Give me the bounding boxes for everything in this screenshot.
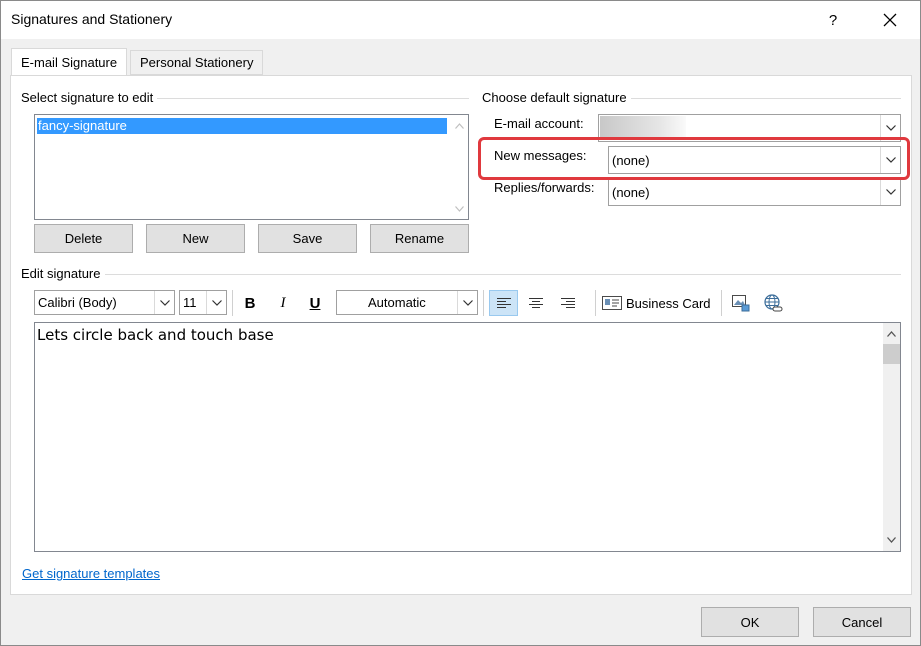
signature-list-scrollbar[interactable] <box>451 115 468 219</box>
new-button[interactable]: New <box>146 224 245 253</box>
close-button[interactable] <box>867 1 913 39</box>
toolbar-separator <box>483 290 484 316</box>
rename-button[interactable]: Rename <box>370 224 469 253</box>
font-color-select[interactable]: Automatic <box>336 290 478 315</box>
signature-editor[interactable]: Lets circle back and touch base <box>34 322 901 552</box>
signature-list[interactable]: fancy-signature <box>34 114 469 220</box>
select-signature-label: Select signature to edit <box>21 90 158 105</box>
signatures-dialog: Signatures and Stationery ? E-mail Signa… <box>0 0 921 646</box>
italic-button[interactable]: I <box>272 291 294 315</box>
get-templates-link[interactable]: Get signature templates <box>22 566 160 581</box>
editor-scrollbar[interactable] <box>883 323 900 551</box>
scroll-down-icon[interactable] <box>451 200 468 217</box>
chevron-down-icon[interactable] <box>154 291 174 314</box>
tab-personal-stationery[interactable]: Personal Stationery <box>130 50 264 75</box>
save-button[interactable]: Save <box>258 224 357 253</box>
font-select[interactable]: Calibri (Body) <box>34 290 175 315</box>
list-item[interactable]: fancy-signature <box>37 118 447 134</box>
email-account-label: E-mail account: <box>494 116 584 131</box>
scroll-up-icon[interactable] <box>883 325 900 342</box>
bold-button[interactable]: B <box>239 291 261 315</box>
dialog-title: Signatures and Stationery <box>11 11 173 27</box>
tab-email-signature[interactable]: E-mail Signature <box>11 48 128 75</box>
help-button[interactable]: ? <box>813 1 853 39</box>
align-left-icon <box>496 298 511 308</box>
chevron-down-icon[interactable] <box>206 291 226 314</box>
hyperlink-icon <box>764 294 783 312</box>
insert-hyperlink-button[interactable] <box>762 290 786 316</box>
toolbar-separator <box>595 290 596 316</box>
ok-button[interactable]: OK <box>701 607 799 637</box>
align-center-button[interactable] <box>521 290 550 316</box>
cancel-button[interactable]: Cancel <box>813 607 911 637</box>
business-card-button[interactable]: Business Card <box>602 290 714 316</box>
title-bar: Signatures and Stationery ? <box>1 1 920 39</box>
scroll-down-icon[interactable] <box>883 531 900 548</box>
underline-button[interactable]: U <box>304 291 326 315</box>
align-right-icon <box>560 298 575 308</box>
replies-forwards-label: Replies/forwards: <box>494 180 595 195</box>
picture-icon <box>732 295 750 312</box>
font-size-select[interactable]: 11 <box>179 290 227 315</box>
edit-group-line <box>21 274 901 275</box>
align-right-button[interactable] <box>553 290 582 316</box>
toolbar-separator <box>232 290 233 316</box>
delete-button[interactable]: Delete <box>34 224 133 253</box>
replies-forwards-select[interactable]: (none) <box>608 178 901 206</box>
align-left-button[interactable] <box>489 290 518 316</box>
close-icon <box>883 13 897 27</box>
highlight-annotation <box>478 137 910 180</box>
toolbar-separator <box>721 290 722 316</box>
chevron-down-icon[interactable] <box>880 179 900 205</box>
edit-signature-label: Edit signature <box>21 266 105 281</box>
signature-content[interactable]: Lets circle back and touch base <box>37 326 274 344</box>
scroll-up-icon[interactable] <box>451 117 468 134</box>
align-center-icon <box>528 298 543 308</box>
business-card-icon <box>602 296 622 310</box>
insert-picture-button[interactable] <box>729 290 753 316</box>
scroll-thumb[interactable] <box>883 344 900 364</box>
chevron-down-icon[interactable] <box>457 291 477 314</box>
default-signature-label: Choose default signature <box>482 90 631 105</box>
